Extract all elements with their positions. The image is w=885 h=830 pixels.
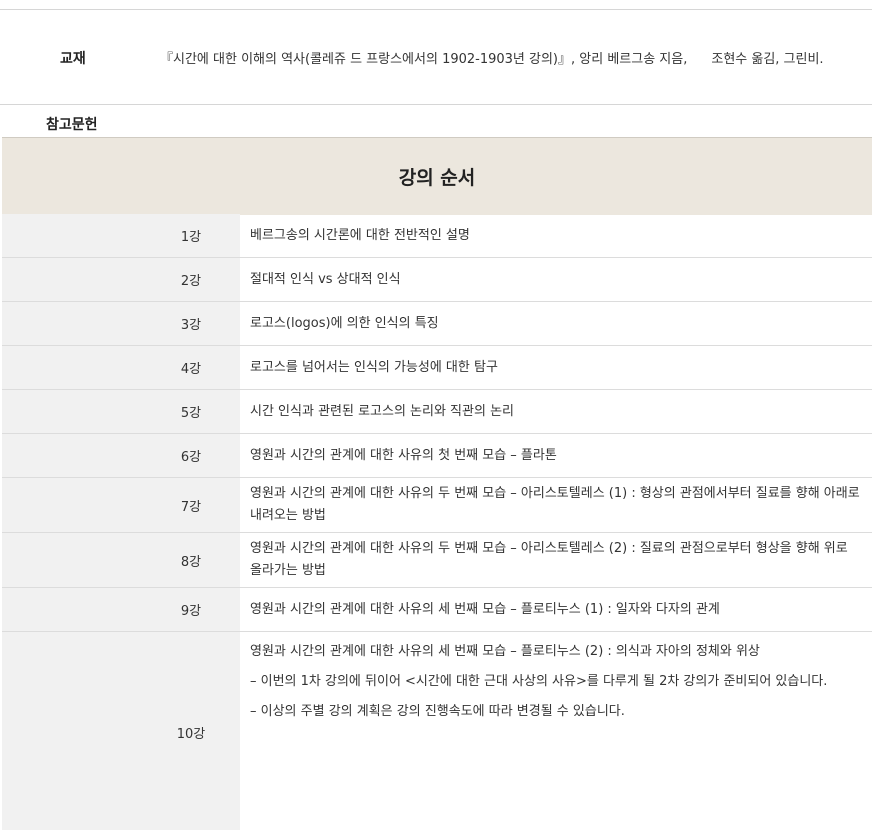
table-row: 5강 시간 인식과 관련된 로고스의 논리와 직관의 논리 [2,390,872,434]
lecture-number: 1강 [2,214,240,257]
lecture-number: 8강 [2,533,240,587]
lecture-number: 6강 [2,434,240,477]
schedule-note: – 이상의 주별 강의 계획은 강의 진행속도에 따라 변경될 수 있습니다. [250,704,625,719]
table-row: 9강 영원과 시간의 관계에 대한 사유의 세 번째 모습 – 플로티누스 (1… [2,588,872,632]
schedule-header: 강의 순서 [2,137,872,215]
lecture-description-cell: 영원과 시간의 관계에 대한 사유의 세 번째 모습 – 플로티누스 (2) :… [240,632,872,830]
lecture-description: 영원과 시간의 관계에 대한 사유의 두 번째 모습 – 아리스토텔레스 (1)… [250,486,860,523]
lecture-schedule-table: 1강 베르그송의 시간론에 대한 전반적인 설명 2강 절대적 인식 vs 상대… [2,214,872,830]
lecture-description: 영원과 시간의 관계에 대한 사유의 첫 번째 모습 – 플라톤 [250,447,557,463]
course-page: 교재 『시간에 대한 이해의 역사(콜레쥬 드 프랑스에서의 1902-1903… [0,0,885,830]
table-row: 8강 영원과 시간의 관계에 대한 사유의 두 번째 모습 – 아리스토텔레스 … [2,533,872,588]
schedule-title: 강의 순서 [398,167,476,189]
textbook-row: 교재 『시간에 대한 이해의 역사(콜레쥬 드 프랑스에서의 1902-1903… [0,10,872,105]
lecture-number: 4강 [2,346,240,389]
lecture-number: 5강 [2,390,240,433]
lecture-description: 베르그송의 시간론에 대한 전반적인 설명 [250,227,470,243]
textbook-value: 『시간에 대한 이해의 역사(콜레쥬 드 프랑스에서의 1902-1903년 강… [160,48,824,67]
lecture-description: 절대적 인식 vs 상대적 인식 [250,271,401,287]
lecture-description: 시간 인식과 관련된 로고스의 논리와 직관의 논리 [250,403,514,419]
lecture-description: 영원과 시간의 관계에 대한 사유의 세 번째 모습 – 플로티누스 (2) :… [250,644,760,659]
table-row: 4강 로고스를 넘어서는 인식의 가능성에 대한 탐구 [2,346,872,390]
textbook-translator: 조현수 옮김, 그린비. [711,52,824,67]
lecture-number: 3강 [2,302,240,345]
table-row: 10강 영원과 시간의 관계에 대한 사유의 세 번째 모습 – 플로티누스 (… [2,632,872,830]
table-row: 3강 로고스(logos)에 의한 인식의 특징 [2,302,872,346]
lecture-description: 영원과 시간의 관계에 대한 사유의 두 번째 모습 – 아리스토텔레스 (2)… [250,541,848,578]
lecture-number: 2강 [2,258,240,301]
lecture-description: 로고스(logos)에 의한 인식의 특징 [250,315,439,331]
table-row: 6강 영원과 시간의 관계에 대한 사유의 첫 번째 모습 – 플라톤 [2,434,872,478]
lecture-number: 10강 [2,632,240,830]
lecture-number: 9강 [2,588,240,631]
lecture-number: 7강 [2,478,240,532]
table-row: 1강 베르그송의 시간론에 대한 전반적인 설명 [2,214,872,258]
table-row: 2강 절대적 인식 vs 상대적 인식 [2,258,872,302]
table-row: 7강 영원과 시간의 관계에 대한 사유의 두 번째 모습 – 아리스토텔레스 … [2,478,872,533]
references-row: 참고문헌 [0,105,872,137]
textbook-label: 교재 [60,51,86,67]
schedule-note: – 이번의 1차 강의에 뒤이어 <시간에 대한 근대 사상의 사유>를 다루게… [250,674,828,689]
lecture-description: 영원과 시간의 관계에 대한 사유의 세 번째 모습 – 플로티누스 (1) :… [250,601,720,617]
textbook-title: 『시간에 대한 이해의 역사(콜레쥬 드 프랑스에서의 1902-1903년 강… [160,52,688,67]
references-label: 참고문헌 [46,117,98,133]
lecture-description: 로고스를 넘어서는 인식의 가능성에 대한 탐구 [250,359,498,375]
